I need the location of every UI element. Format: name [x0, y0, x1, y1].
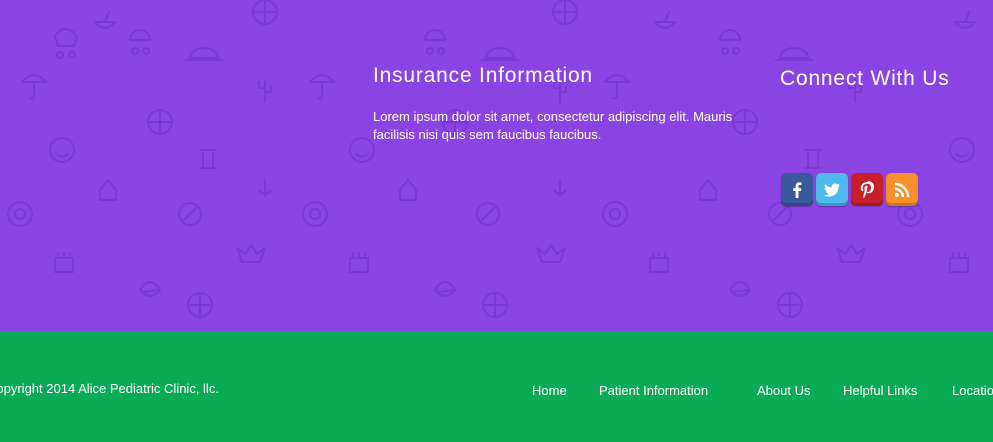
nav-link-helpful-links[interactable]: Helpful Links: [843, 383, 917, 398]
nav-link-locations[interactable]: Locations: [952, 383, 993, 398]
footer-info-section: Insurance Information Lorem ipsum dolor …: [0, 0, 993, 331]
pinterest-icon[interactable]: [851, 173, 883, 206]
nav-link-home[interactable]: Home: [532, 383, 567, 398]
social-icons: [781, 173, 918, 206]
rss-icon[interactable]: [886, 173, 918, 206]
background-pattern: [7, 0, 976, 318]
connect-title: Connect With Us: [780, 67, 950, 90]
insurance-title: Insurance Information: [373, 64, 593, 87]
footer-bar: Copyright 2014 Alice Pediatric Clinic, l…: [0, 331, 993, 442]
twitter-icon[interactable]: [816, 173, 848, 206]
facebook-icon[interactable]: [781, 173, 813, 206]
nav-link-about-us[interactable]: About Us: [757, 383, 810, 398]
nav-link-patient-information[interactable]: Patient Information: [599, 383, 708, 398]
footer-nav: Home Patient Information About Us Helpfu…: [0, 383, 993, 403]
insurance-text: Lorem ipsum dolor sit amet, consectetur …: [373, 109, 733, 142]
